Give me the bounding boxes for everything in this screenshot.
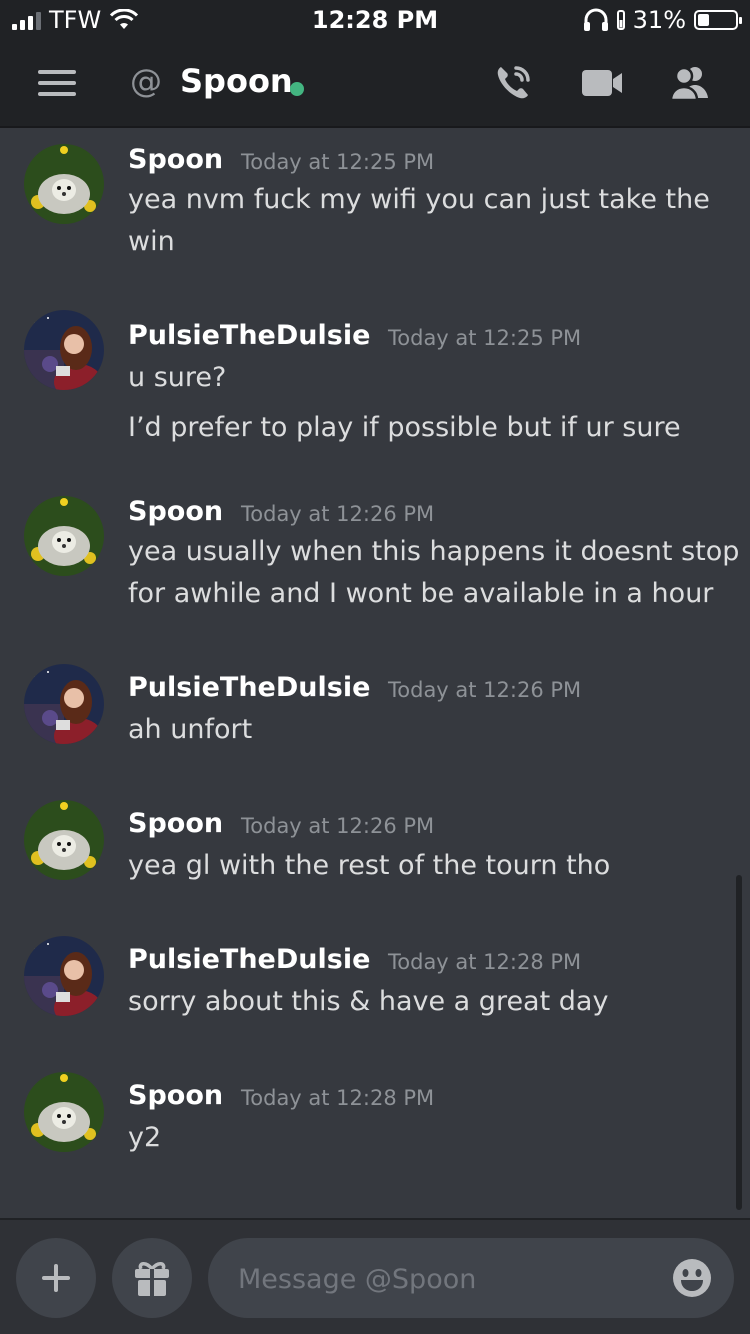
add-attachment-button[interactable] [16, 1238, 96, 1318]
emoji-icon[interactable] [672, 1258, 712, 1298]
girl-avatar-icon [24, 310, 104, 390]
message-author[interactable]: Spoon [128, 1080, 223, 1111]
hedgehog-avatar-icon [24, 1072, 104, 1152]
phone-call-icon[interactable] [492, 62, 534, 104]
message-text: y2 [128, 1122, 162, 1153]
message-text: sorry about this & have a great day [128, 986, 609, 1017]
message-composer [0, 1218, 750, 1334]
message-timestamp: Today at 12:28 PM [241, 1086, 435, 1110]
message-list[interactable]: Spoon Today at 12:25 PM yea nvm fuck my … [0, 128, 750, 1218]
earbud-battery-icon [616, 10, 625, 30]
message-timestamp: Today at 12:25 PM [388, 326, 582, 350]
status-right: 31% [583, 6, 742, 34]
headphones-icon [583, 8, 608, 31]
avatar[interactable] [24, 800, 104, 880]
gift-icon [135, 1262, 169, 1296]
battery-percent: 31% [632, 6, 686, 34]
avatar[interactable] [24, 144, 104, 224]
battery-icon [694, 10, 742, 30]
status-bar: TFW 12:28 PM 31% [0, 0, 750, 40]
hedgehog-avatar-icon [24, 496, 104, 576]
message-author[interactable]: Spoon [128, 496, 223, 527]
message-text: yea gl with the rest of the tourn tho [128, 850, 611, 881]
message-text: yea nvm fuck my wifi you can just take t… [128, 184, 710, 215]
dm-at-symbol: @ [130, 62, 162, 100]
message-text: I’d prefer to play if possible but if ur… [128, 412, 681, 443]
message-text: yea usually when this happens it doesnt … [128, 536, 740, 567]
message-author[interactable]: PulsieTheDulsie [128, 944, 370, 975]
message-text: u sure? [128, 362, 227, 393]
message-author[interactable]: Spoon [128, 808, 223, 839]
hedgehog-avatar-icon [24, 800, 104, 880]
channel-header: @ Spoon [0, 40, 750, 128]
message-timestamp: Today at 12:26 PM [241, 814, 435, 838]
message-author[interactable]: PulsieTheDulsie [128, 320, 370, 351]
avatar[interactable] [24, 310, 104, 390]
plus-icon [42, 1264, 70, 1292]
online-status-dot [290, 82, 304, 96]
message-field[interactable] [208, 1238, 734, 1318]
message-timestamp: Today at 12:28 PM [388, 950, 582, 974]
girl-avatar-icon [24, 936, 104, 1016]
message-author[interactable]: Spoon [128, 144, 223, 175]
video-camera-icon[interactable] [580, 62, 624, 104]
avatar[interactable] [24, 936, 104, 1016]
message-scrollbar[interactable] [736, 875, 742, 1210]
gift-button[interactable] [112, 1238, 192, 1318]
members-icon[interactable] [668, 62, 712, 104]
message-text: win [128, 226, 175, 257]
message-text: for awhile and I wont be available in a … [128, 578, 714, 609]
channel-title: Spoon [180, 62, 293, 100]
hamburger-icon[interactable] [38, 70, 76, 103]
message-author[interactable]: PulsieTheDulsie [128, 672, 370, 703]
message-text: ah unfort [128, 714, 253, 745]
avatar[interactable] [24, 496, 104, 576]
message-timestamp: Today at 12:26 PM [388, 678, 582, 702]
avatar[interactable] [24, 1072, 104, 1152]
girl-avatar-icon [24, 664, 104, 744]
message-timestamp: Today at 12:26 PM [241, 502, 435, 526]
message-input[interactable] [236, 1258, 660, 1300]
message-timestamp: Today at 12:25 PM [241, 150, 435, 174]
avatar[interactable] [24, 664, 104, 744]
hedgehog-avatar-icon [24, 144, 104, 224]
